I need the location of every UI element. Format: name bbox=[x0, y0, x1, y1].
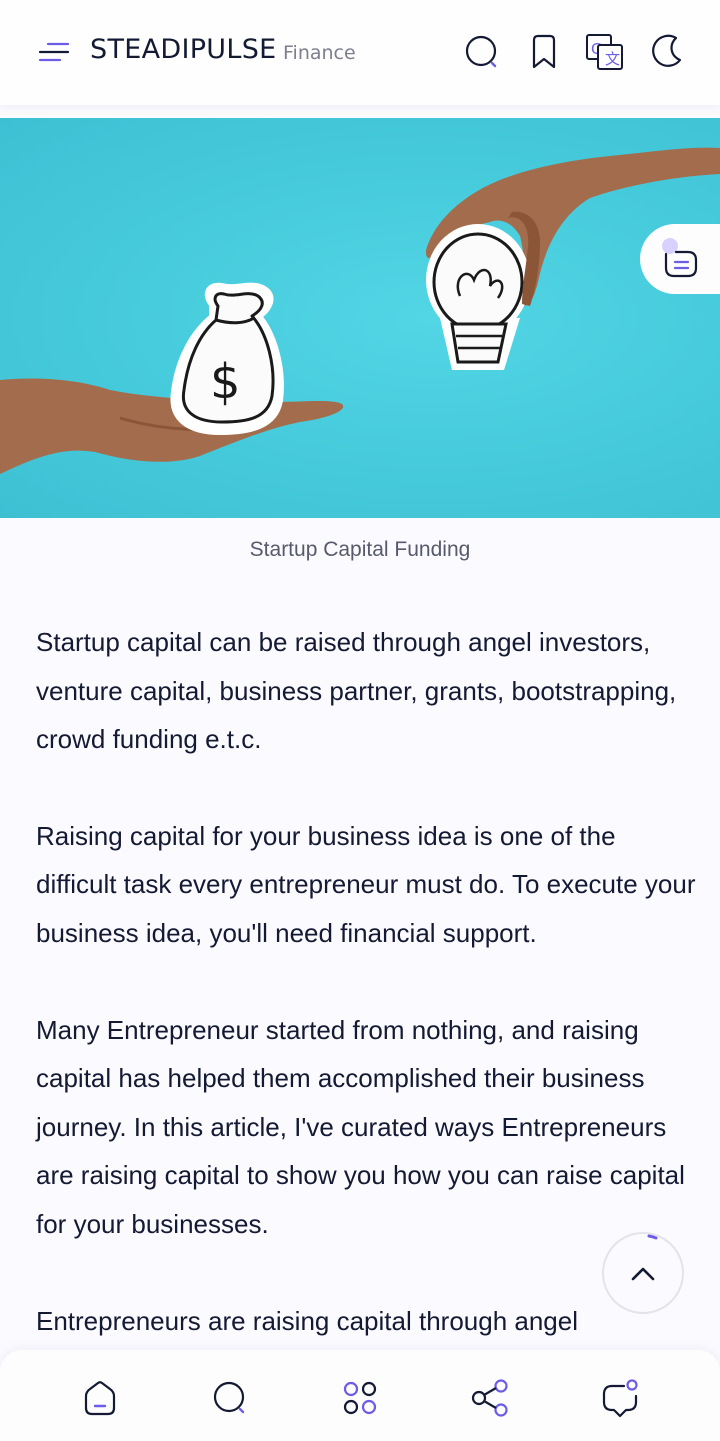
menu-icon[interactable] bbox=[36, 36, 72, 68]
translate-icon[interactable]: G 文 bbox=[585, 32, 625, 72]
bookmark-icon[interactable] bbox=[524, 32, 564, 72]
article-paragraph: Entrepreneurs are raising capital throug… bbox=[36, 1305, 579, 1336]
scroll-to-top-button[interactable] bbox=[604, 1234, 682, 1312]
home-icon[interactable] bbox=[80, 1378, 120, 1418]
article-paragraph: Startup capital can be raised through an… bbox=[36, 627, 677, 755]
share-icon[interactable] bbox=[470, 1378, 510, 1418]
money-idea-illustration: $ bbox=[0, 147, 720, 474]
search-icon[interactable] bbox=[462, 32, 502, 72]
chevron-up-icon bbox=[631, 1234, 658, 1281]
apps-icon[interactable] bbox=[340, 1378, 380, 1418]
article-paragraph: Many Entrepreneur started from nothing, … bbox=[36, 1014, 685, 1239]
image-caption: Startup Capital Funding bbox=[249, 538, 471, 561]
article-paragraph: Raising capital for your business idea i… bbox=[36, 820, 696, 948]
toc-icon bbox=[662, 238, 698, 278]
svg-text:文: 文 bbox=[605, 50, 620, 68]
hero-image: $ bbox=[0, 118, 720, 518]
svg-text:$: $ bbox=[210, 354, 241, 410]
top-app-bar: STEADIPULSE Finance G 文 bbox=[0, 0, 720, 105]
moon-icon[interactable] bbox=[646, 32, 686, 72]
comment-icon[interactable] bbox=[600, 1378, 640, 1418]
bottom-navigation bbox=[0, 1350, 720, 1441]
article-body: Startup capital can be raised through an… bbox=[36, 618, 696, 1393]
section-label: Finance bbox=[283, 42, 356, 64]
site-title[interactable]: STEADIPULSE bbox=[90, 34, 277, 65]
table-of-contents-button[interactable] bbox=[640, 224, 720, 294]
search-icon[interactable] bbox=[210, 1378, 250, 1418]
